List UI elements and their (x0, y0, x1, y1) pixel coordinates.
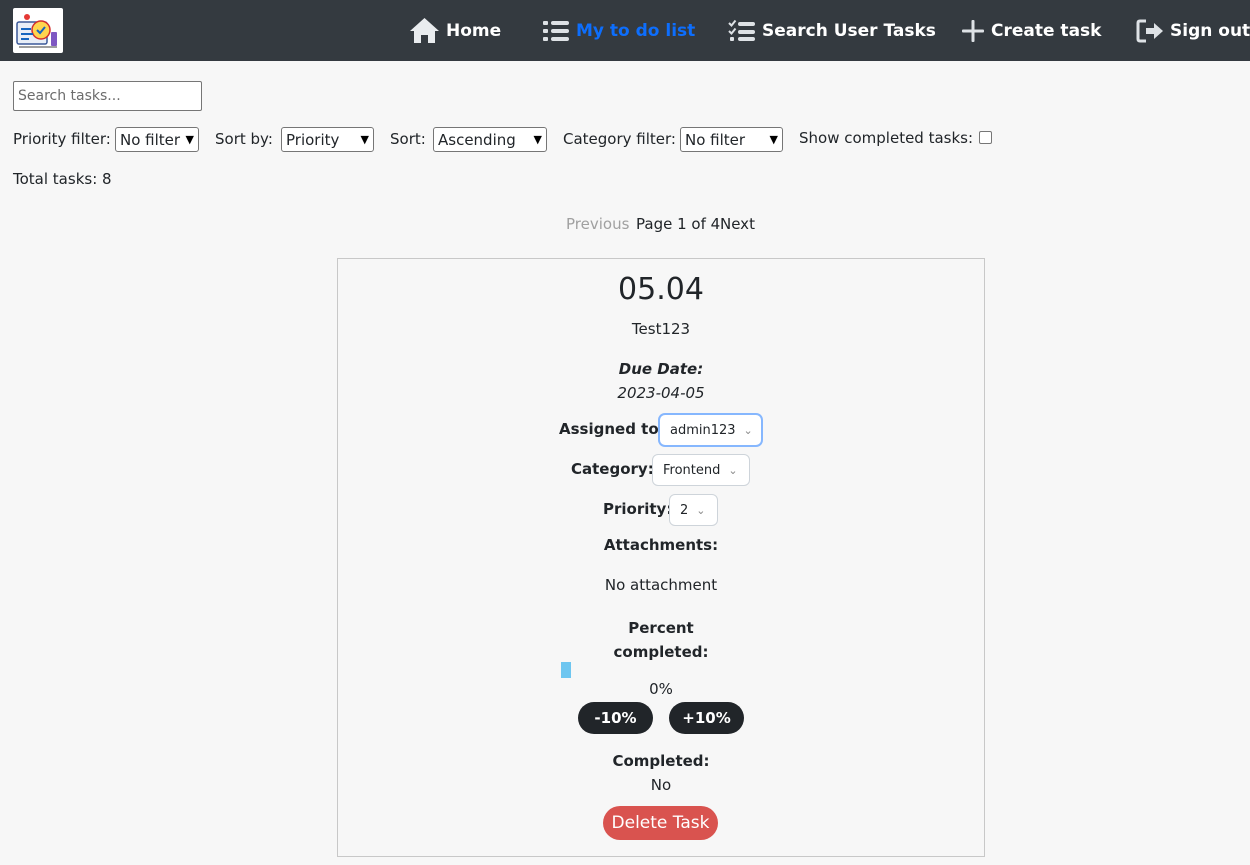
nav-create-task[interactable]: Create task (961, 0, 1101, 61)
nav-sign-out[interactable]: Sign out (1136, 0, 1250, 61)
category-label: Category: (571, 460, 654, 478)
delete-task-label: Delete Task (611, 813, 710, 833)
chevron-down-icon: ▼ (185, 133, 194, 146)
assigned-to-select[interactable]: admin123 ⌄ (659, 414, 762, 446)
completed-label: Completed: (612, 752, 710, 770)
chevron-down-icon: ⌄ (696, 503, 706, 517)
due-date-label: Due Date: (618, 360, 704, 378)
chevron-down-icon: ▼ (533, 133, 542, 146)
chevron-down-icon: ▼ (360, 133, 369, 146)
percent-completed-label: Percent completed: (337, 616, 985, 664)
nav-my-todo-list[interactable]: My to do list (542, 0, 695, 61)
navbar: Home My to do list Search User Tasks Cre… (0, 0, 1250, 61)
decrease-percent-label: -10% (594, 709, 637, 727)
chevron-down-icon: ⌄ (743, 423, 753, 437)
nav-home[interactable]: Home (409, 0, 501, 61)
list-icon (543, 20, 569, 41)
home-icon (410, 18, 439, 43)
show-completed-label: Show completed tasks: (799, 129, 974, 147)
sign-out-icon (1136, 19, 1163, 42)
total-tasks: Total tasks: 8 (13, 170, 112, 188)
nav-home-label: Home (446, 20, 502, 41)
priority-filter-value: No filter (120, 130, 181, 149)
priority-filter-label: Priority filter: (13, 130, 111, 148)
priority-filter-select[interactable]: No filter ▼ (115, 127, 199, 152)
nav-search-user-tasks[interactable]: Search User Tasks (728, 0, 936, 61)
assigned-to-label: Assigned to: (559, 420, 665, 438)
percent-label-line1: Percent (628, 619, 694, 637)
pagination-info: Page 1 of 4 (636, 215, 721, 233)
percent-label-line2: completed: (613, 643, 709, 661)
increase-percent-label: +10% (682, 709, 731, 727)
nav-signout-label: Sign out (1170, 20, 1250, 41)
pagination-next[interactable]: Next (720, 215, 755, 233)
task-title: 05.04 (618, 272, 704, 307)
sort-order-select[interactable]: Ascending ▼ (433, 127, 547, 152)
search-input[interactable] (13, 81, 202, 111)
sortby-label: Sort by: (215, 130, 273, 148)
priority-select[interactable]: 2 ⌄ (669, 494, 718, 526)
category-filter-label: Category filter: (563, 130, 676, 148)
increase-percent-button[interactable]: +10% (669, 702, 744, 734)
decrease-percent-button[interactable]: -10% (578, 702, 653, 734)
category-select[interactable]: Frontend ⌄ (652, 454, 750, 486)
sortby-value: Priority (286, 130, 340, 149)
pagination-previous[interactable]: Previous (566, 215, 629, 233)
assigned-to-value: admin123 (670, 422, 736, 438)
category-filter-select[interactable]: No filter ▼ (680, 127, 783, 152)
percent-completed-value: 0% (649, 680, 673, 698)
priority-value: 2 (680, 502, 689, 518)
app-logo[interactable] (13, 8, 63, 53)
chevron-down-icon: ⌄ (728, 463, 738, 477)
completed-value: No (650, 776, 672, 794)
attachments-label: Attachments: (603, 536, 719, 554)
nav-todo-label: My to do list (576, 20, 696, 41)
priority-label: Priority: (603, 500, 673, 518)
attachments-value: No attachment (604, 576, 718, 594)
task-description: Test123 (631, 320, 691, 338)
sort-label: Sort: (390, 130, 426, 148)
category-filter-value: No filter (685, 130, 746, 149)
due-date-value: 2023-04-05 (617, 384, 705, 402)
sort-order-value: Ascending (438, 130, 516, 149)
delete-task-button[interactable]: Delete Task (603, 806, 718, 840)
show-completed-checkbox[interactable] (979, 131, 992, 144)
sortby-select[interactable]: Priority ▼ (281, 127, 374, 152)
nav-create-label: Create task (991, 20, 1102, 41)
category-value: Frontend (663, 462, 721, 478)
chevron-down-icon: ▼ (769, 133, 778, 146)
progress-bar (561, 662, 571, 678)
checklist-icon (728, 19, 755, 41)
nav-search-label: Search User Tasks (762, 20, 936, 41)
plus-icon (962, 19, 984, 42)
